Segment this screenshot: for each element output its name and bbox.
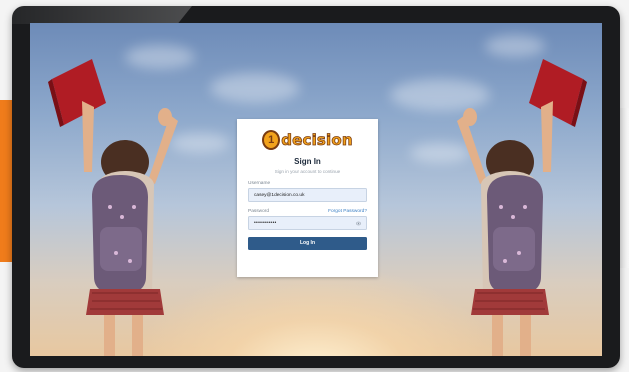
cloud <box>485 35 545 57</box>
login-screen-background: 1 decision Sign In Sign in your account … <box>30 23 602 356</box>
tablet-device-frame: 1 decision Sign In Sign in your account … <box>12 6 620 368</box>
password-label-row: Password Forgot Password? <box>248 209 367 214</box>
password-label: Password <box>248 209 270 214</box>
page-subtitle: Sign in your account to continue <box>274 169 341 174</box>
girl-holding-book-left-image <box>48 59 178 356</box>
book-icon <box>48 59 106 127</box>
page-title: Sign In <box>294 157 321 166</box>
brand-logo: 1 decision <box>248 127 367 153</box>
logo-wordmark: decision <box>281 131 353 150</box>
logo-mark-icon: 1 <box>262 130 281 150</box>
girl-holding-book-right-image <box>457 59 587 356</box>
marketing-stage: 1 decision Sign In Sign in your account … <box>0 0 629 372</box>
forgot-password-link[interactable]: Forgot Password? <box>328 209 367 214</box>
log-in-button[interactable]: Log In <box>248 237 367 250</box>
sign-in-card: 1 decision Sign In Sign in your account … <box>237 119 378 277</box>
cloud <box>210 73 300 103</box>
password-field[interactable]: ••••••••••• <box>248 216 367 230</box>
device-glare <box>12 6 192 24</box>
password-value: ••••••••••• <box>254 219 277 226</box>
book-icon <box>529 59 587 127</box>
username-value: casey@1decision.co.uk <box>254 192 305 198</box>
username-label: Username <box>248 181 271 186</box>
username-field[interactable]: casey@1decision.co.uk <box>248 188 367 202</box>
eye-icon[interactable] <box>356 221 361 226</box>
